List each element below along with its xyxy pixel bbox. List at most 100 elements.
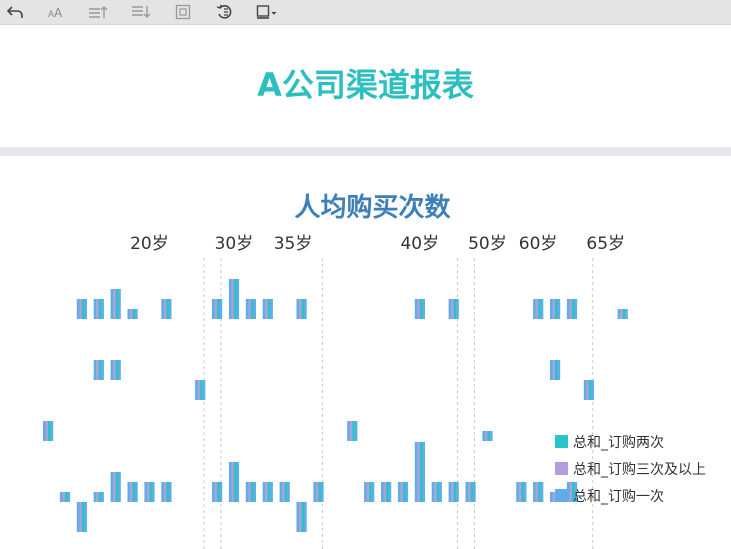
- legend-item-one[interactable]: 总和_订购一次: [555, 482, 706, 509]
- bar-b3-c15[interactable]: [296, 502, 307, 532]
- bar-b0-c7[interactable]: [161, 299, 172, 319]
- bar-b0-c5[interactable]: [127, 309, 138, 319]
- bar-b0-c31[interactable]: [566, 299, 578, 319]
- bar-b3-c2[interactable]: [76, 502, 87, 532]
- bar-b3-c1[interactable]: [59, 492, 71, 502]
- bar-b3-c16[interactable]: [313, 482, 324, 502]
- bar-stripe: [76, 502, 80, 532]
- bar-b0-c24[interactable]: [448, 299, 459, 319]
- bar-stripe: [299, 502, 302, 532]
- bar-stripe: [591, 380, 594, 400]
- bar-stripe: [248, 482, 251, 502]
- bar-b0-c22[interactable]: [414, 299, 425, 319]
- bar-stripe: [219, 299, 223, 319]
- bar-b2-c18[interactable]: [347, 421, 358, 441]
- bar-b3-c12[interactable]: [245, 482, 256, 502]
- undo-icon[interactable]: [4, 2, 26, 22]
- bar-b3-c25[interactable]: [465, 482, 476, 502]
- sort-descending-icon[interactable]: [130, 2, 152, 22]
- bar-b1-c32[interactable]: [583, 380, 594, 400]
- bar-stripe: [617, 309, 621, 319]
- bar-b3-c7[interactable]: [161, 482, 172, 502]
- bar-b1-c4[interactable]: [110, 360, 121, 380]
- bar-stripe: [535, 482, 539, 502]
- bar-stripe: [439, 482, 442, 502]
- bar-stripe: [200, 380, 203, 400]
- bar-stripe: [574, 299, 578, 319]
- bar-b3-c20[interactable]: [381, 482, 392, 502]
- bar-stripe: [48, 421, 51, 441]
- font-size-icon[interactable]: AA: [45, 2, 67, 22]
- bar-stripe: [127, 309, 131, 319]
- bar-stripe: [318, 482, 322, 502]
- bar-stripe: [118, 360, 121, 380]
- bar-b3-c10[interactable]: [212, 482, 223, 502]
- bar-b0-c34[interactable]: [617, 309, 628, 319]
- bar-stripe: [287, 482, 290, 502]
- bar-stripe: [93, 299, 97, 319]
- bar-b0-c11[interactable]: [228, 279, 240, 319]
- bar-stripe: [555, 299, 558, 319]
- bar-b0-c2[interactable]: [76, 299, 87, 319]
- bar-stripe: [320, 482, 324, 502]
- bar-stripe: [228, 462, 232, 502]
- bar-stripe: [43, 421, 46, 441]
- bar-b3-c6[interactable]: [144, 482, 155, 502]
- bar-b0-c10[interactable]: [212, 299, 223, 319]
- bar-stripe: [414, 299, 418, 319]
- bar-b0-c12[interactable]: [245, 299, 256, 319]
- sort-ascending-icon[interactable]: [87, 2, 109, 22]
- bar-b3-c13[interactable]: [262, 482, 273, 502]
- bar-stripe: [419, 299, 423, 319]
- bar-b3-c23[interactable]: [431, 482, 442, 502]
- bar-b3-c19[interactable]: [364, 482, 375, 502]
- display-mode-icon[interactable]: [255, 2, 279, 22]
- bar-stripe: [296, 299, 300, 319]
- bar-b3-c28[interactable]: [516, 482, 527, 502]
- legend-item-three[interactable]: 总和_订购三次及以上: [555, 455, 706, 482]
- bar-stripe: [96, 492, 99, 502]
- bar-stripe: [550, 299, 553, 319]
- bar-b3-c24[interactable]: [448, 482, 459, 502]
- bar-stripe: [62, 492, 66, 502]
- bar-b3-c3[interactable]: [93, 492, 104, 502]
- bar-b0-c30[interactable]: [550, 299, 561, 319]
- bar-b3-c5[interactable]: [127, 482, 138, 502]
- bar-stripe: [197, 380, 201, 400]
- bar-b3-c14[interactable]: [279, 482, 290, 502]
- group-label-4: 50岁: [468, 234, 507, 254]
- bar-stripe: [414, 442, 418, 502]
- bar-b0-c3[interactable]: [93, 299, 104, 319]
- bar-b2-c26[interactable]: [482, 431, 493, 441]
- bar-b0-c4[interactable]: [110, 289, 121, 319]
- bar-stripe: [301, 299, 305, 319]
- bar-stripe: [535, 299, 539, 319]
- bar-b1-c30[interactable]: [550, 360, 561, 380]
- legend-item-two[interactable]: 总和_订购两次: [555, 428, 706, 455]
- bar-stripe: [267, 482, 271, 502]
- reset-icon[interactable]: [214, 2, 236, 22]
- bar-b0-c29[interactable]: [533, 299, 544, 319]
- bar-stripe: [98, 299, 102, 319]
- bar-b1-c9[interactable]: [195, 380, 206, 400]
- bar-stripe: [118, 289, 121, 319]
- bar-b3-c4[interactable]: [110, 472, 121, 502]
- bar-stripe: [228, 279, 232, 319]
- bar-b3-c11[interactable]: [228, 462, 240, 502]
- bar-stripe: [270, 299, 273, 319]
- bar-b3-c22[interactable]: [414, 442, 425, 502]
- bar-stripe: [301, 502, 305, 532]
- bar-stripe: [533, 482, 536, 502]
- bar-stripe: [98, 492, 102, 502]
- bar-b1-c3[interactable]: [93, 360, 104, 380]
- bar-b0-c13[interactable]: [262, 299, 273, 319]
- bar-stripe: [550, 492, 553, 502]
- bar-stripe: [253, 299, 256, 319]
- bar-stripe: [118, 472, 121, 502]
- bar-b3-c29[interactable]: [533, 482, 544, 502]
- bar-b0-c15[interactable]: [296, 299, 307, 319]
- bar-b2-c0[interactable]: [43, 421, 54, 441]
- group-label-5: 60岁: [519, 234, 558, 254]
- fit-frame-icon[interactable]: [172, 2, 194, 22]
- bar-b3-c21[interactable]: [397, 482, 409, 502]
